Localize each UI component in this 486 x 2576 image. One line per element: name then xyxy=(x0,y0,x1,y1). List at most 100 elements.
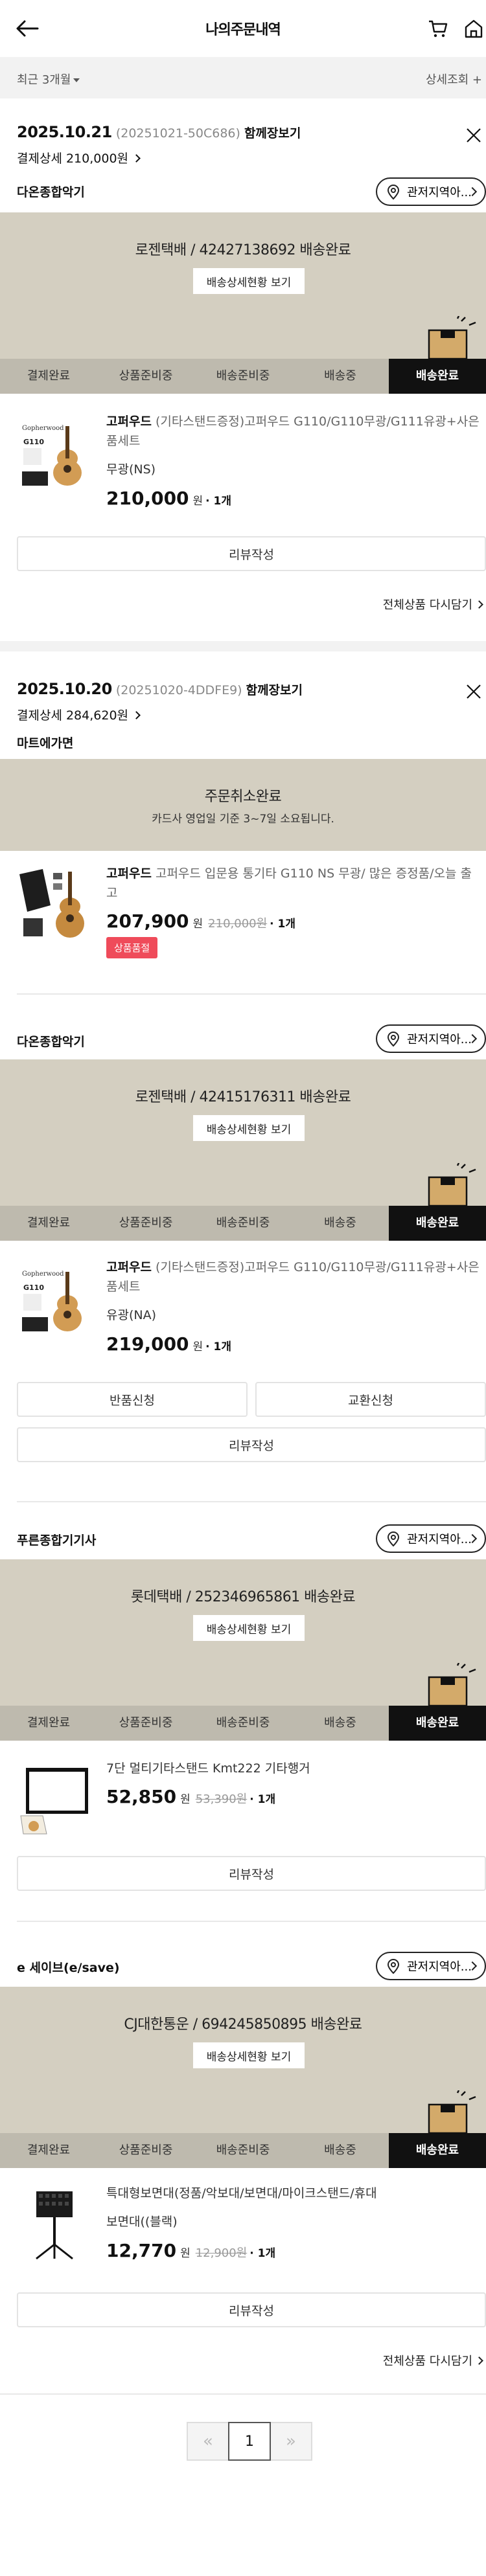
payment-detail-link[interactable]: 결제상세 284,620원 xyxy=(17,706,470,723)
step-preparing: 상품준비중 xyxy=(119,2143,173,2157)
product-brand: 고퍼우드 xyxy=(106,866,152,881)
product-price: 207,900 xyxy=(106,910,189,932)
order-header: 2025.10.21 (20251021-50C686) 함께장보기 결제상세 21… xyxy=(17,123,470,166)
step-paid: 결제완료 xyxy=(27,1216,71,1230)
shipment-divider xyxy=(17,1501,486,1502)
location-pin-icon xyxy=(387,185,400,200)
location-pin-icon xyxy=(387,1531,400,1547)
currency-unit: 원 xyxy=(192,1340,203,1353)
prev-page-button[interactable]: « xyxy=(187,2422,229,2461)
product-image-music-stand[interactable] xyxy=(17,2186,92,2261)
product-name[interactable]: 고퍼우드 고퍼우드 입문용 통기타 G110 NS 무광/ 많은 증정품/오늘 … xyxy=(106,864,482,903)
store-location-button[interactable]: 관저지역아... xyxy=(376,1524,486,1553)
review-button[interactable]: 리뷰작성 xyxy=(17,536,486,571)
product-info: 특대형보면대(정품/악보대/보면대/마이크스탠드/휴대 보면대((블랙) 12,… xyxy=(106,2184,482,2261)
delivered-box-icon xyxy=(428,1163,476,1206)
rebuy-all-link[interactable]: 전체상품 다시담기 xyxy=(382,596,483,613)
delivery-steps: 결제완료 상품준비중 배송준비중 배송중 배송완료 xyxy=(0,359,486,394)
product-option: 보면대((블랙) xyxy=(106,2215,178,2229)
quantity: · 1개 xyxy=(249,2247,276,2260)
quantity: · 1개 xyxy=(249,1793,276,1806)
shipment-divider xyxy=(17,993,486,995)
chevron-right-icon xyxy=(132,711,141,719)
product-name[interactable]: 7단 멀티기타스탠드 Kmt222 기타행거 xyxy=(106,1759,482,1778)
tracking-detail-button[interactable]: 배송상세현황 보기 xyxy=(193,268,305,294)
store-button-label: 관저지역아... xyxy=(407,1533,472,1546)
rebuy-label: 전체상품 다시담기 xyxy=(382,2355,472,2368)
step-delivered: 배송완료 xyxy=(389,1706,486,1741)
next-page-button[interactable]: » xyxy=(270,2422,312,2461)
detail-search-button[interactable]: 상세조회 + xyxy=(426,71,482,87)
store-button-label: 관저지역아... xyxy=(407,1033,472,1046)
product-info: 고퍼우드 (기타스탠드증정)고퍼우드 G110/G110무광/G111유광+사은… xyxy=(106,412,482,509)
step-preparing: 상품준비중 xyxy=(119,1216,173,1230)
location-pin-icon xyxy=(387,1032,400,1047)
shop-together-link[interactable]: 함께장보기 xyxy=(246,683,303,697)
store-location-button[interactable]: 관저지역아... xyxy=(376,1024,486,1053)
step-delivered: 배송완료 xyxy=(389,2133,486,2168)
product-price-row: 207,900 원 210,000원 · 1개 xyxy=(106,910,482,932)
page-number-1[interactable]: 1 xyxy=(228,2422,271,2461)
product-price: 12,770 xyxy=(106,2240,177,2261)
order-header: 2025.10.20 (20251020-4DDFE9) 함께장보기 결제상세 28… xyxy=(17,680,470,723)
delivery-status-panel: 로젠택배 / 42415176311 배송완료 배송상세현황 보기 xyxy=(0,1059,486,1206)
step-preparing: 상품준비중 xyxy=(119,1716,173,1730)
exchange-request-button[interactable]: 교환신청 xyxy=(255,1382,486,1417)
close-icon[interactable] xyxy=(465,683,482,700)
location-pin-icon xyxy=(387,1959,400,1974)
product-image-guitar[interactable]: Gopherwood G110 xyxy=(17,417,92,492)
product-option: 유광(NA) xyxy=(106,1308,156,1322)
sold-out-badge: 상품품절 xyxy=(106,937,158,958)
currency-unit: 원 xyxy=(192,918,203,931)
product-name[interactable]: 고퍼우드 (기타스탠드증정)고퍼우드 G110/G110무광/G111유광+사은… xyxy=(106,412,482,451)
store-button-label: 관저지역아... xyxy=(407,186,472,199)
product-image-guitar[interactable]: Gopherwood G110 xyxy=(17,1263,92,1338)
section-divider xyxy=(0,641,486,651)
product-price: 52,850 xyxy=(106,1786,177,1807)
tracking-detail-button[interactable]: 배송상세현황 보기 xyxy=(193,1615,305,1641)
shop-together-link[interactable]: 함께장보기 xyxy=(244,126,301,141)
product-brand: 고퍼우드 xyxy=(106,1260,152,1274)
store-button-label: 관저지역아... xyxy=(407,1960,472,1974)
product-image-guitar-set[interactable] xyxy=(17,866,92,942)
original-price: 12,900원 xyxy=(195,2246,248,2260)
caret-down-icon xyxy=(73,78,80,82)
step-ready-to-ship: 배송준비중 xyxy=(216,1716,270,1730)
store-location-button[interactable]: 관저지역아... xyxy=(376,1952,486,1980)
product-name[interactable]: 특대형보면대(정품/악보대/보면대/마이크스탠드/휴대 xyxy=(106,2184,482,2203)
delivery-info: 로젠택배 / 42427138692 배송완료 xyxy=(135,242,351,258)
step-delivered: 배송완료 xyxy=(389,1206,486,1241)
product-price: 219,000 xyxy=(106,1333,189,1355)
page-divider xyxy=(0,2393,486,2395)
svg-text:G110: G110 xyxy=(23,1283,44,1292)
filter-bar: 최근 3개월 상세조회 + xyxy=(0,57,486,98)
cart-icon[interactable] xyxy=(428,18,448,39)
payment-detail-label: 결제상세 210,000원 xyxy=(17,152,129,166)
quantity: · 1개 xyxy=(205,1340,232,1353)
currency-unit: 원 xyxy=(180,1793,191,1806)
product-title: (기타스탠드증정)고퍼우드 G110/G110무광/G111유광+사은품세트 xyxy=(106,1260,480,1294)
tracking-detail-button[interactable]: 배송상세현황 보기 xyxy=(193,1115,305,1141)
product-info: 7단 멀티기타스탠드 Kmt222 기타행거 52,850 원 53,390원 · 1… xyxy=(106,1759,482,1807)
review-button[interactable]: 리뷰작성 xyxy=(17,1427,486,1462)
tracking-detail-button[interactable]: 배송상세현황 보기 xyxy=(193,2042,305,2068)
product-price: 210,000 xyxy=(106,488,189,509)
store-location-button[interactable]: 관저지역아... xyxy=(376,177,486,206)
review-button[interactable]: 리뷰작성 xyxy=(17,1856,486,1891)
step-paid: 결제완료 xyxy=(27,2143,71,2157)
quantity: · 1개 xyxy=(205,495,232,508)
payment-detail-link[interactable]: 결제상세 210,000원 xyxy=(17,149,470,166)
review-button[interactable]: 리뷰작성 xyxy=(17,2292,486,2327)
step-shipping: 배송중 xyxy=(324,1716,356,1730)
product-name[interactable]: 고퍼우드 (기타스탠드증정)고퍼우드 G110/G110무광/G111유광+사은… xyxy=(106,1258,482,1296)
rebuy-label: 전체상품 다시담기 xyxy=(382,598,472,612)
product-image-guitar-stand[interactable] xyxy=(17,1761,92,1836)
original-price: 53,390원 xyxy=(195,1792,248,1806)
return-request-button[interactable]: 반품신청 xyxy=(17,1382,248,1417)
rebuy-all-link[interactable]: 전체상품 다시담기 xyxy=(382,2352,483,2369)
currency-unit: 원 xyxy=(180,2247,191,2260)
cancel-title: 주문취소완료 xyxy=(204,789,282,805)
period-dropdown[interactable]: 최근 3개월 xyxy=(17,71,80,87)
home-icon[interactable] xyxy=(463,18,484,39)
close-icon[interactable] xyxy=(465,127,482,144)
